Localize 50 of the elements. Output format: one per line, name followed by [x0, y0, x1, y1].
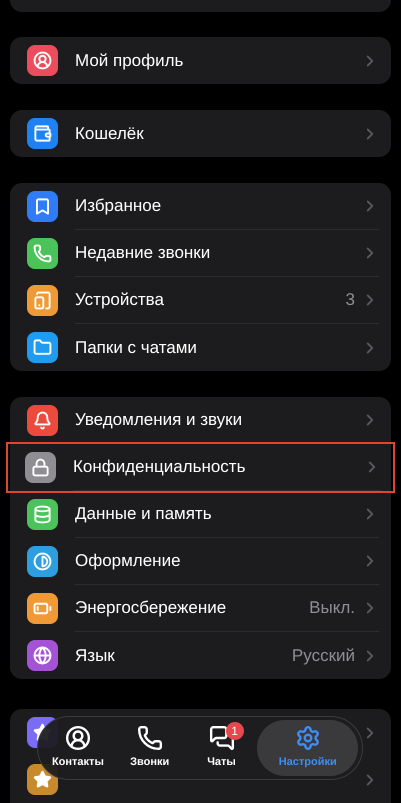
settings-row[interactable]: Оформление [10, 538, 391, 585]
tab[interactable]: Звонки [114, 720, 186, 776]
row-label: Уведомления и звуки [75, 409, 244, 432]
unread-badge: 1 [226, 722, 244, 740]
row-label: Устройства [75, 289, 165, 312]
wallet-icon [27, 118, 58, 149]
settings-row[interactable]: Избранное [10, 183, 391, 230]
lock-icon [25, 452, 56, 483]
row-label: Данные и память [75, 503, 213, 526]
row-label: Папки с чатами [75, 336, 198, 359]
phone-icon [136, 725, 163, 752]
settings-row[interactable]: Недавние звонки [10, 230, 391, 277]
battery-icon [27, 593, 58, 624]
row-value: Русский [292, 644, 355, 667]
row-value: 3 [346, 289, 355, 312]
settings-row[interactable]: Кошелёк [10, 110, 391, 157]
settings-row[interactable]: Уведомления и звуки [10, 397, 391, 444]
row-label: Конфиденциальность [73, 456, 246, 478]
tab[interactable]: Чаты 1 [186, 720, 258, 776]
tab-label: Настройки [278, 755, 337, 770]
settings-row[interactable]: Конфиденциальность [8, 444, 393, 491]
row-label: Энергосбережение [75, 597, 228, 620]
settings-row[interactable]: Язык Русский [10, 632, 391, 679]
globe-icon [27, 640, 58, 671]
tab-label: Звонки [130, 755, 170, 770]
row-label: Мой профиль [75, 50, 184, 72]
row-label: Оформление [75, 550, 182, 572]
phone-icon [27, 238, 58, 269]
settings-row[interactable]: Данные и память [10, 491, 391, 538]
bookmark-icon [27, 191, 58, 222]
tab-label: Контакты [52, 755, 104, 770]
settings-row[interactable]: Устройства 3 [10, 277, 391, 324]
row-label: Кошелёк [75, 122, 145, 145]
devices-icon [27, 285, 58, 316]
settings-icon [294, 725, 321, 752]
settings-row[interactable]: Энергосбережение Выкл. [10, 585, 391, 632]
settings-row[interactable]: Папки с чатами [10, 324, 391, 371]
row-value: Выкл. [309, 597, 355, 620]
folder-icon [27, 332, 58, 363]
database-icon [27, 499, 58, 530]
contacts-icon [64, 725, 91, 752]
tab-label: Чаты [207, 755, 236, 770]
row-label: Избранное [75, 195, 162, 218]
tab[interactable]: Контакты [42, 720, 114, 776]
profile-icon [27, 45, 58, 76]
contrast-icon [27, 546, 58, 577]
bell-icon [27, 405, 58, 436]
row-label: Язык [75, 644, 116, 667]
settings-row[interactable]: Мой профиль [10, 37, 391, 84]
row-label: Недавние звонки [75, 242, 212, 264]
